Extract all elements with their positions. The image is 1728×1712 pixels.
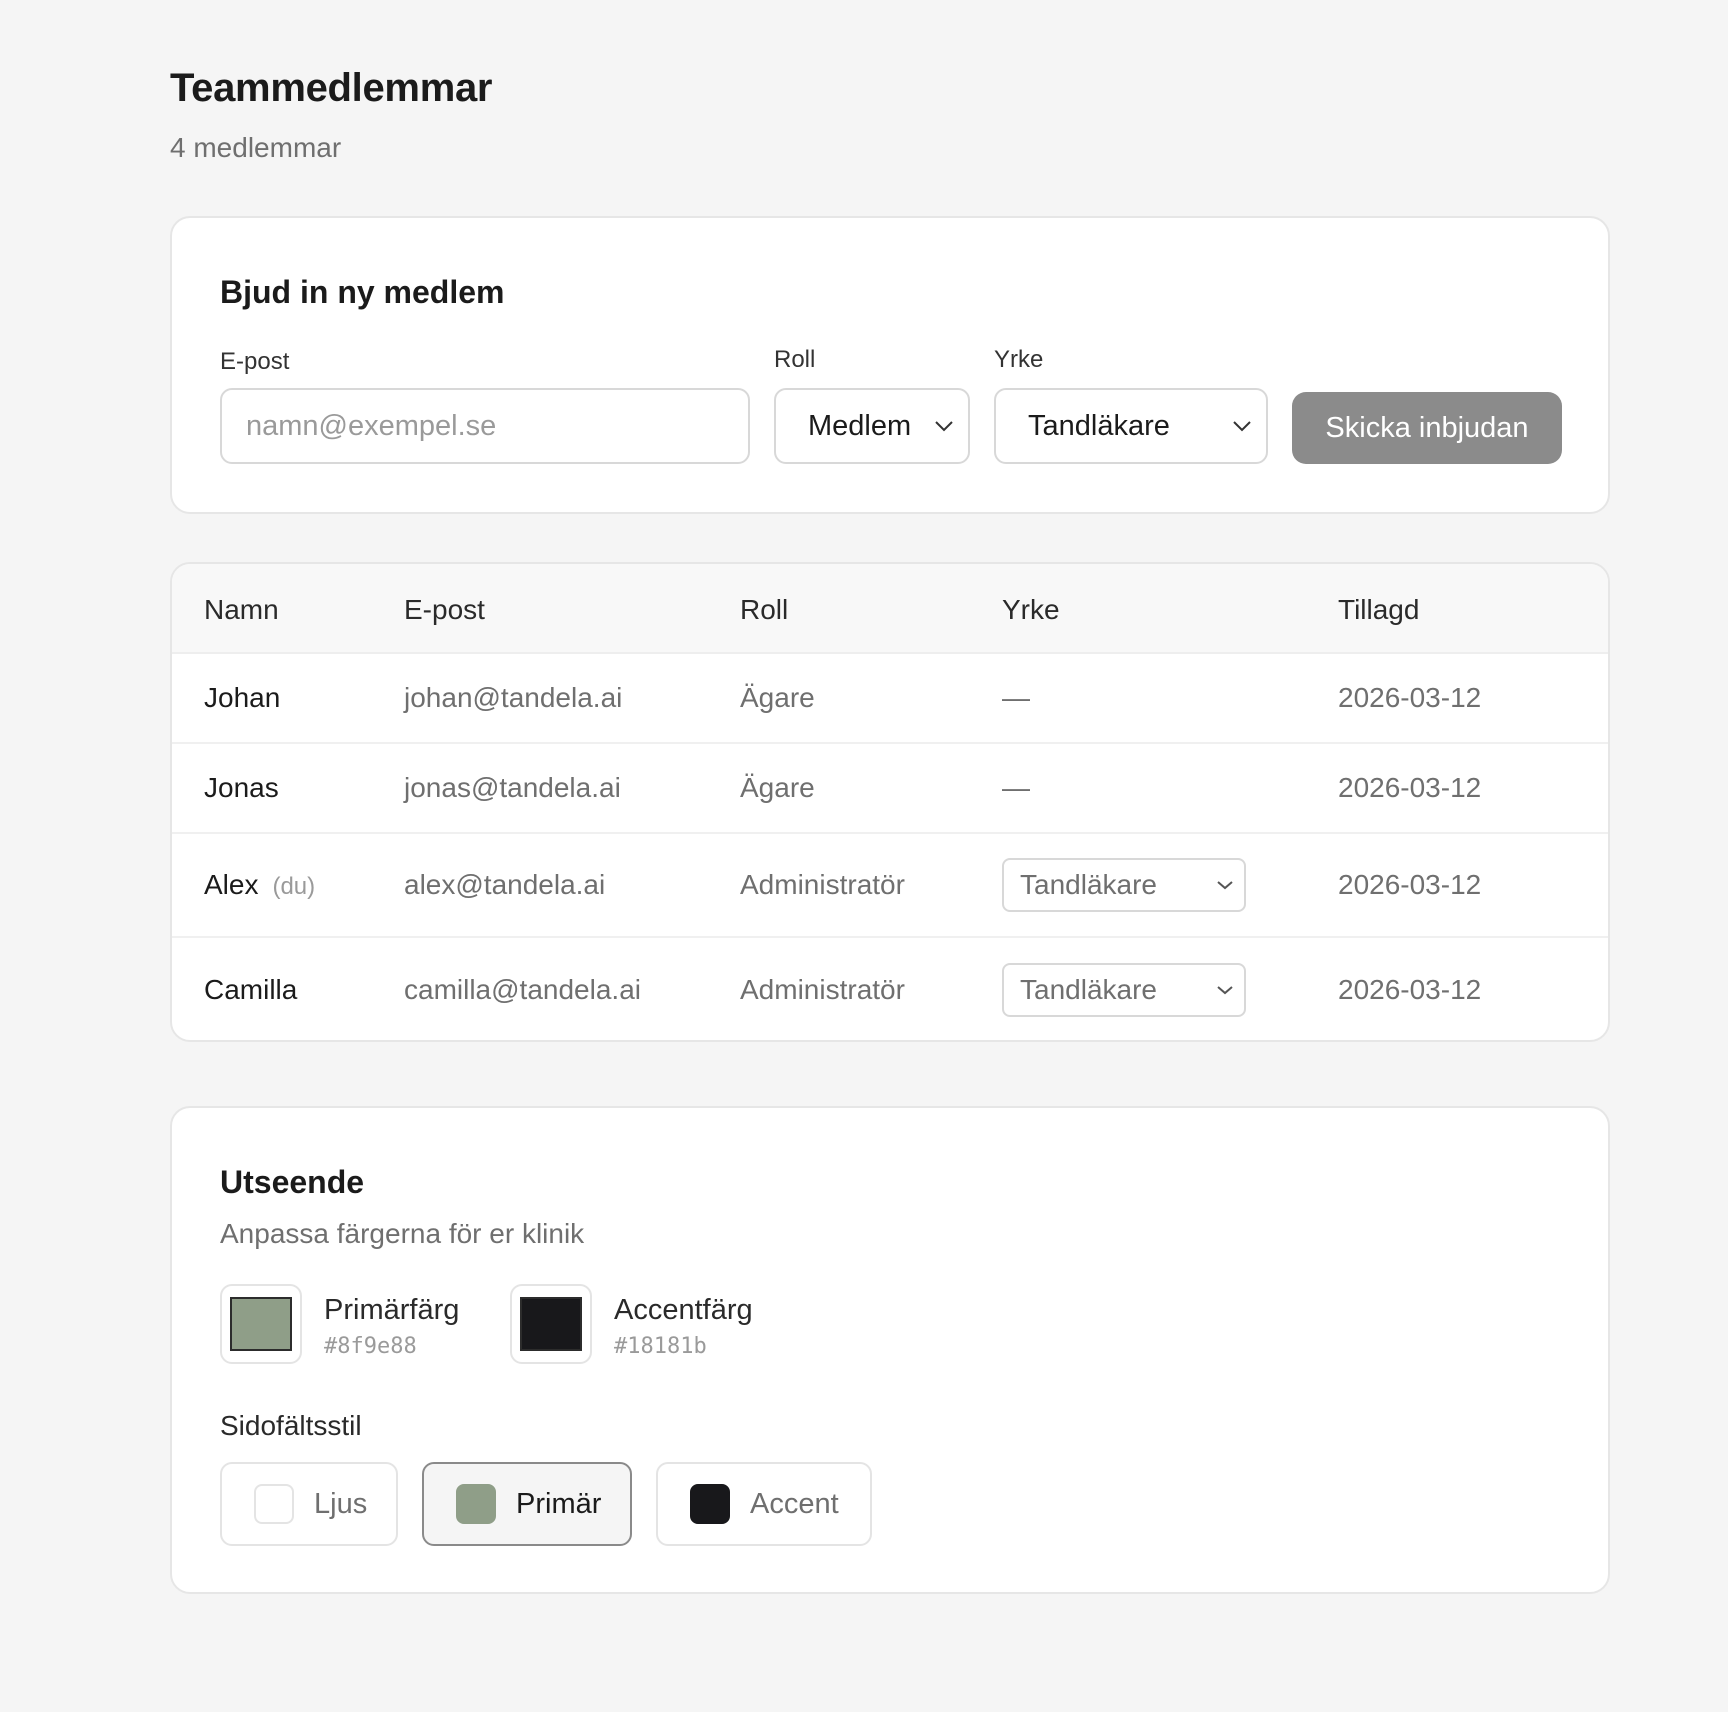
current-user-tag: (du) <box>272 873 316 900</box>
role-label: Roll <box>774 346 816 373</box>
invite-member-card: Bjud in ny medlem E-post Roll Medlem Yrk… <box>170 216 1610 514</box>
member-profession: — <box>1002 772 1030 803</box>
column-header-added: Tillagd <box>1338 594 1420 625</box>
page-title: Teammedlemmar <box>170 66 493 110</box>
accent-color-swatch <box>520 1297 582 1351</box>
accent-color-picker[interactable] <box>510 1284 592 1364</box>
profession-label: Yrke <box>994 346 1044 373</box>
table-row: Jonas jonas@tandela.ai Ägare — 2026-03-1… <box>172 744 1608 834</box>
chevron-down-icon <box>935 421 953 432</box>
member-profession-value: Tandläkare <box>1020 869 1157 900</box>
role-select[interactable]: Medlem <box>774 388 970 464</box>
primary-color-hex: #8f9e88 <box>324 1334 417 1359</box>
member-name-cell: Alex (du) <box>204 869 315 901</box>
chevron-down-icon <box>1217 881 1233 890</box>
appearance-subtitle: Anpassa färgerna för er klinik <box>220 1218 585 1249</box>
members-table: Namn E-post Roll Yrke Tillagd Johan joha… <box>170 562 1610 1042</box>
chevron-down-icon <box>1217 986 1233 995</box>
table-row: Camilla camilla@tandela.ai Administratör… <box>172 938 1608 1040</box>
light-swatch <box>254 1484 294 1524</box>
sidebar-style-label-light: Ljus <box>314 1487 368 1520</box>
member-email: alex@tandela.ai <box>404 869 606 900</box>
member-profession: — <box>1002 682 1030 713</box>
profession-select[interactable]: Tandläkare <box>994 388 1268 464</box>
column-header-profession: Yrke <box>1002 594 1060 625</box>
member-profession-select[interactable]: Tandläkare <box>1002 858 1246 912</box>
email-label: E-post <box>220 348 290 375</box>
primary-color-picker[interactable] <box>220 1284 302 1364</box>
accent-color-label: Accentfärg <box>614 1294 753 1326</box>
sidebar-style-label-primary: Primär <box>516 1487 602 1520</box>
member-name: Alex <box>204 869 259 900</box>
column-header-role: Roll <box>740 594 789 625</box>
send-invite-button[interactable]: Skicka inbjudan <box>1292 392 1562 464</box>
member-role: Administratör <box>740 869 905 900</box>
member-name: Johan <box>204 682 281 713</box>
member-added-date: 2026-03-12 <box>1338 869 1482 900</box>
primary-color-label: Primärfärg <box>324 1294 460 1326</box>
member-role: Administratör <box>740 974 905 1005</box>
profession-select-value: Tandläkare <box>1028 409 1170 442</box>
member-name: Camilla <box>204 974 298 1005</box>
member-count: 4 medlemmar <box>170 132 342 163</box>
primary-color-swatch <box>230 1297 292 1351</box>
column-header-email: E-post <box>404 594 485 625</box>
sidebar-style-label: Sidofältsstil <box>220 1410 362 1441</box>
sidebar-style-primary[interactable]: Primär <box>422 1462 632 1546</box>
member-email: jonas@tandela.ai <box>404 772 621 803</box>
member-profession-select[interactable]: Tandläkare <box>1002 963 1246 1017</box>
member-added-date: 2026-03-12 <box>1338 772 1482 803</box>
invite-email-input[interactable] <box>220 388 750 464</box>
table-row: Johan johan@tandela.ai Ägare — 2026-03-1… <box>172 654 1608 744</box>
member-email: camilla@tandela.ai <box>404 974 641 1005</box>
appearance-card: Utseende Anpassa färgerna för er klinik … <box>170 1106 1610 1594</box>
member-email: johan@tandela.ai <box>404 682 623 713</box>
table-header: Namn E-post Roll Yrke Tillagd <box>172 564 1608 654</box>
column-header-name: Namn <box>204 594 279 625</box>
member-profession-value: Tandläkare <box>1020 974 1157 1005</box>
role-select-value: Medlem <box>808 409 912 442</box>
accent-color-hex: #18181b <box>614 1334 707 1359</box>
sidebar-style-accent[interactable]: Accent <box>656 1462 872 1546</box>
primary-swatch <box>456 1484 496 1524</box>
member-added-date: 2026-03-12 <box>1338 682 1482 713</box>
member-name: Jonas <box>204 772 279 803</box>
member-role: Ägare <box>740 772 815 803</box>
member-role: Ägare <box>740 682 815 713</box>
sidebar-style-label-accent: Accent <box>750 1487 839 1520</box>
table-row: Alex (du) alex@tandela.ai Administratör T… <box>172 834 1608 938</box>
appearance-title: Utseende <box>220 1164 365 1200</box>
chevron-down-icon <box>1233 421 1251 432</box>
accent-swatch <box>690 1484 730 1524</box>
sidebar-style-light[interactable]: Ljus <box>220 1462 398 1546</box>
member-added-date: 2026-03-12 <box>1338 974 1482 1005</box>
invite-card-title: Bjud in ny medlem <box>220 274 505 310</box>
